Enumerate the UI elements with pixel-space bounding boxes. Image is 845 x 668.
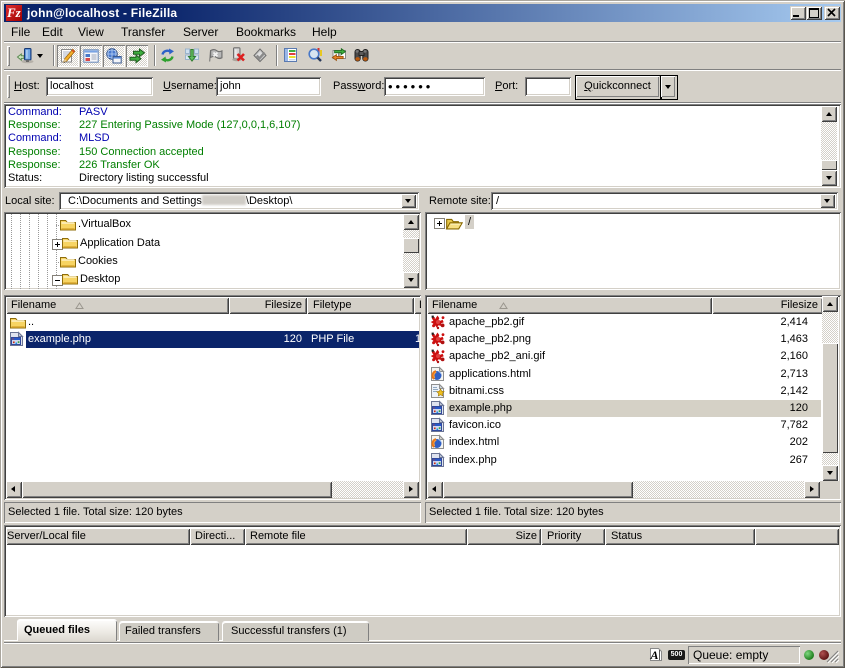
svg-text:A: A — [650, 648, 659, 662]
